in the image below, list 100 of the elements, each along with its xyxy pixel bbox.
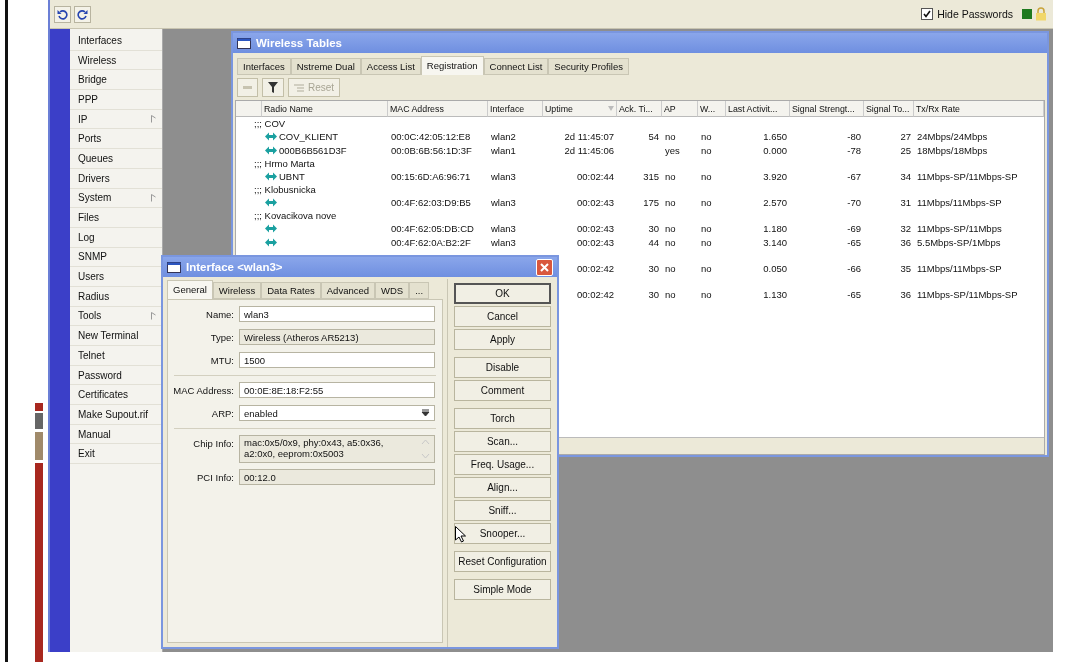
tab[interactable]: Security Profiles xyxy=(548,58,629,75)
tab[interactable]: Interfaces xyxy=(237,58,291,75)
sidebar-item[interactable]: Ports xyxy=(70,129,162,150)
dialog-button[interactable]: Cancel xyxy=(454,306,551,327)
table-cell: 2d 11:45:07 xyxy=(564,130,614,142)
sidebar-item[interactable]: Bridge xyxy=(70,70,162,91)
table-cell: UBNT xyxy=(279,170,305,182)
column-header[interactable]: MAC Address xyxy=(388,101,488,117)
table-cell: 2.570 xyxy=(763,196,787,208)
table-cell: 175 xyxy=(643,196,659,208)
tab[interactable]: Connect List xyxy=(483,58,549,75)
sidebar-item[interactable]: System xyxy=(70,188,162,209)
table-cell: no xyxy=(701,170,712,182)
sidebar-item[interactable]: Files xyxy=(70,208,162,228)
sidebar-item[interactable]: Drivers xyxy=(70,168,162,189)
dropdown-field[interactable]: enabled xyxy=(239,405,435,421)
table-cell: 00:4F:62:05:DB:CD xyxy=(391,222,474,234)
tab[interactable]: Data Rates xyxy=(261,282,321,299)
accent-bar xyxy=(35,403,43,411)
dialog-button[interactable]: Disable xyxy=(454,357,551,378)
field-label: Type: xyxy=(209,331,234,345)
table-cell: no xyxy=(665,196,676,208)
tab[interactable]: Registration xyxy=(420,56,484,75)
redo-icon xyxy=(77,8,88,20)
column-header[interactable]: Signal Strengt... xyxy=(790,101,864,117)
column-header[interactable]: W... xyxy=(698,101,726,117)
table-cell: wlan3 xyxy=(491,222,516,234)
dialog-button[interactable]: Comment xyxy=(454,380,551,401)
dialog-button[interactable]: Snooper... xyxy=(454,523,551,544)
undo-button[interactable] xyxy=(54,5,71,23)
table-cell: wlan3 xyxy=(491,170,516,182)
sidebar-item[interactable]: PPP xyxy=(70,90,162,110)
table-cell: 18Mbps/18Mbps xyxy=(917,144,988,156)
sidebar-item[interactable]: IP xyxy=(70,109,162,130)
sidebar-item[interactable]: Wireless xyxy=(70,50,162,71)
field-label: MAC Address: xyxy=(172,384,234,398)
table-cell: no xyxy=(665,236,676,248)
table-cell: -67 xyxy=(847,170,861,182)
field-label: MTU: xyxy=(209,354,234,368)
table-cell: -80 xyxy=(847,130,861,142)
input-field[interactable]: wlan3 xyxy=(239,306,435,322)
sidebar-item[interactable]: Interfaces xyxy=(70,31,162,51)
column-header[interactable]: Tx/Rx Rate xyxy=(914,101,1044,117)
column-header[interactable]: Signal To... xyxy=(864,101,914,117)
dialog-button[interactable]: Scan... xyxy=(454,431,551,452)
table-cell: -69 xyxy=(847,222,861,234)
table-cell: 315 xyxy=(643,170,659,182)
table-cell: 00:02:42 xyxy=(577,288,614,300)
filter-button[interactable] xyxy=(262,78,284,97)
dialog-button[interactable]: Apply xyxy=(454,329,551,350)
station-icon xyxy=(265,223,277,233)
tab[interactable]: Access List xyxy=(360,58,421,75)
table-cell: -78 xyxy=(847,144,861,156)
accent-bar xyxy=(35,413,43,429)
comment-row-text: ;;; COV xyxy=(253,117,287,129)
sort-icon xyxy=(608,106,614,111)
table-cell: 36 xyxy=(900,288,911,300)
input-field[interactable]: 1500 xyxy=(239,352,435,368)
dialog-button[interactable]: Torch xyxy=(454,408,551,429)
tab[interactable]: WDS xyxy=(375,282,410,299)
window-title: Wireless Tables xyxy=(256,37,342,49)
column-header[interactable]: Radio Name xyxy=(262,101,388,117)
field-label: ARP: xyxy=(210,407,234,421)
table-cell: 3.920 xyxy=(763,170,787,182)
redo-button[interactable] xyxy=(74,5,91,23)
field-label: PCI Info: xyxy=(196,471,234,485)
tab[interactable]: Nstreme Dual xyxy=(290,58,361,75)
scrollbar-icon xyxy=(421,437,430,461)
accent-bar xyxy=(35,432,43,460)
field-label: Name: xyxy=(205,308,234,322)
dialog-button[interactable]: Simple Mode xyxy=(454,579,551,600)
tab[interactable]: Advanced xyxy=(320,282,376,299)
table-cell: 0.000 xyxy=(763,144,787,156)
table-cell: 11Mbps-SP/11Mbps xyxy=(917,222,1002,234)
column-header[interactable]: Uptime xyxy=(543,101,617,117)
table-cell: 31 xyxy=(900,196,911,208)
close-button[interactable] xyxy=(536,258,553,276)
tab[interactable]: ... xyxy=(409,282,430,299)
window-icon xyxy=(237,37,251,49)
dialog-button[interactable]: Reset Configuration xyxy=(454,551,551,572)
blank-column-header xyxy=(236,101,262,117)
dialog-button[interactable]: Align... xyxy=(454,477,551,498)
comment-row-text: ;;; Klobusnicka xyxy=(253,183,317,195)
dialog-button[interactable]: Sniff... xyxy=(454,500,551,521)
sidebar-item[interactable]: Log xyxy=(70,227,162,248)
tab[interactable]: Wireless xyxy=(212,282,262,299)
column-header[interactable]: AP xyxy=(662,101,698,117)
column-header[interactable]: Interface xyxy=(488,101,543,117)
table-cell: 00:4F:62:03:D9:B5 xyxy=(391,196,471,208)
dialog-title: Interface <wlan3> xyxy=(186,261,283,273)
hide-passwords-checkbox[interactable]: Hide Passwords xyxy=(921,8,1013,20)
dialog-button[interactable]: Freq. Usage... xyxy=(454,454,551,475)
dialog-button[interactable]: OK xyxy=(454,283,551,304)
tab[interactable]: General xyxy=(167,280,213,299)
sidebar-item[interactable]: Queues xyxy=(70,149,162,169)
input-field[interactable]: 00:0E:8E:18:F2:55 xyxy=(239,382,435,398)
column-header[interactable]: Last Activit... xyxy=(726,101,790,117)
column-header[interactable]: Ack. Ti... xyxy=(617,101,662,117)
table-cell: 30 xyxy=(648,262,659,274)
window-icon xyxy=(167,261,181,273)
